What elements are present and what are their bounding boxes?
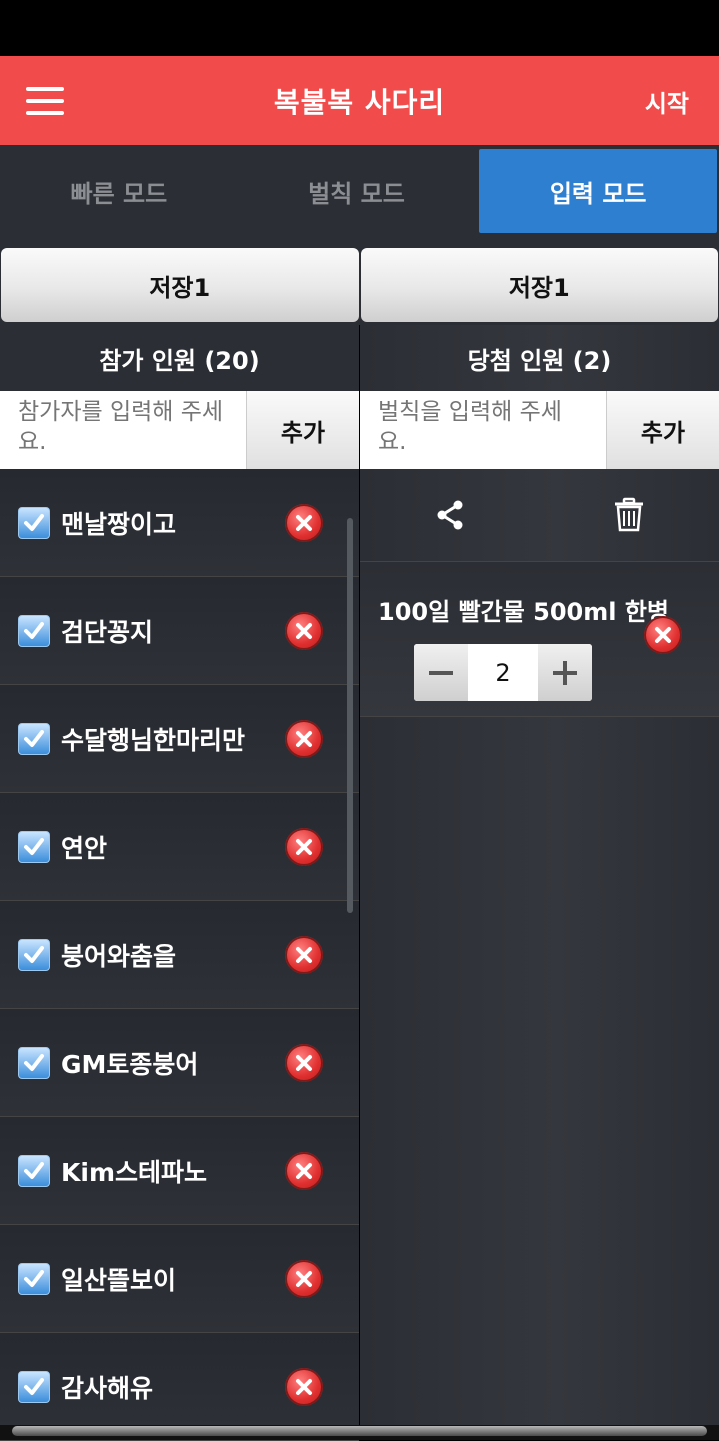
participant-checkbox[interactable] [18,939,50,971]
close-circle-icon [294,1377,314,1397]
penalty-count-value[interactable]: 2 [468,644,538,701]
participant-name: 검단꽁지 [61,613,153,649]
list-item: 연안 [0,793,359,901]
participant-name: 수달행님한마리만 [61,721,245,757]
menu-button[interactable] [26,87,64,115]
list-item: Kim스테파노 [0,1117,359,1225]
checkmark-icon [23,1160,45,1182]
close-circle-icon [294,1269,314,1289]
penalty-count-stepper: 2 [414,644,592,701]
increment-button[interactable] [538,644,592,701]
participant-checkbox[interactable] [18,831,50,863]
close-circle-icon [653,625,673,645]
plus-icon [551,659,579,687]
app-bar: 복불복 사다리 시작 [0,56,719,145]
participant-checkbox[interactable] [18,507,50,539]
minus-icon [427,659,455,687]
list-item: 맨날짱이고 [0,469,359,577]
winners-header: 당첨 인원 (2) [360,325,719,391]
list-item: 일산뜰보이 [0,1225,359,1333]
penalty-input[interactable] [360,391,606,469]
penalty-toolbar [360,469,719,562]
participant-list: 맨날짱이고검단꽁지수달행님한마리만연안붕어와춤을 GM토종붕어 Kim스테파노일산뜰… [0,469,359,1441]
delete-participant-button[interactable] [285,720,323,758]
participants-panel: 참가 인원 (20) 추가 맨날짱이고검단꽁지수달행님한마리만연안붕어와춤을 GM… [0,325,359,1425]
checkmark-icon [23,836,45,858]
checkmark-icon [23,620,45,642]
delete-participant-button[interactable] [285,504,323,542]
participant-checkbox[interactable] [18,615,50,647]
penalty-list-item: 100일 빨간물 500ml 한병 2 [360,562,719,717]
checkmark-icon [23,728,45,750]
participant-name: 일산뜰보이 [61,1261,176,1297]
participant-name: 연안 [61,829,107,865]
delete-penalty-button[interactable] [644,616,682,654]
hamburger-menu-icon [26,87,64,91]
penalty-input-row: 추가 [360,391,719,469]
tab-input-mode[interactable]: 입력 모드 [479,149,717,233]
winners-panel: 당첨 인원 (2) 추가 100일 빨간물 500 [360,325,719,1425]
checkmark-icon [23,512,45,534]
close-circle-icon [294,1053,314,1073]
list-item: 수달행님한마리만 [0,685,359,793]
list-item: GM토종붕어 [0,1009,359,1117]
participant-checkbox[interactable] [18,1371,50,1403]
bottom-bar [0,1425,719,1440]
checkmark-icon [23,1268,45,1290]
status-bar [0,0,719,56]
save-participants-button[interactable]: 저장1 [1,248,359,322]
participant-name: GM토종붕어 [61,1045,198,1081]
share-button[interactable] [360,469,540,561]
delete-participant-button[interactable] [285,1260,323,1298]
checkmark-icon [23,1052,45,1074]
close-circle-icon [294,945,314,965]
share-icon [434,499,466,531]
start-button[interactable]: 시작 [645,84,689,119]
participant-name: 붕어와춤을 [61,937,176,973]
participant-name: 감사해유 [61,1369,153,1405]
participant-list-scrollbar[interactable] [347,518,353,913]
mode-tabs: 빠른 모드 벌칙 모드 입력 모드 [0,145,719,237]
close-circle-icon [294,1161,314,1181]
checkmark-icon [23,944,45,966]
participants-header: 참가 인원 (20) [0,325,359,391]
participant-input-row: 추가 [0,391,359,469]
participant-checkbox[interactable] [18,1263,50,1295]
participant-name: Kim스테파노 [61,1153,207,1189]
delete-participant-button[interactable] [285,828,323,866]
list-item: 검단꽁지 [0,577,359,685]
close-circle-icon [294,513,314,533]
list-item: 붕어와춤을 [0,901,359,1009]
add-penalty-button[interactable]: 추가 [606,391,719,469]
participant-input[interactable] [0,391,246,469]
close-circle-icon [294,621,314,641]
penalty-label: 100일 빨간물 500ml 한병 [378,592,669,627]
bottom-scroll-indicator [12,1426,707,1436]
tab-penalty-mode[interactable]: 벌칙 모드 [238,145,476,237]
delete-participant-button[interactable] [285,1044,323,1082]
close-circle-icon [294,729,314,749]
delete-participant-button[interactable] [285,1368,323,1406]
participant-checkbox[interactable] [18,1155,50,1187]
add-participant-button[interactable]: 추가 [246,391,359,469]
close-circle-icon [294,837,314,857]
trash-icon [612,497,646,533]
checkmark-icon [23,1376,45,1398]
trash-button[interactable] [540,469,719,561]
delete-participant-button[interactable] [285,1152,323,1190]
app-title: 복불복 사다리 [274,81,445,121]
participant-name: 맨날짱이고 [61,505,176,541]
decrement-button[interactable] [414,644,468,701]
tab-quick-mode[interactable]: 빠른 모드 [0,145,238,237]
save-row: 저장1 저장1 [0,237,719,325]
participant-checkbox[interactable] [18,723,50,755]
delete-participant-button[interactable] [285,936,323,974]
delete-participant-button[interactable] [285,612,323,650]
save-winners-button[interactable]: 저장1 [361,248,719,322]
participant-checkbox[interactable] [18,1047,50,1079]
